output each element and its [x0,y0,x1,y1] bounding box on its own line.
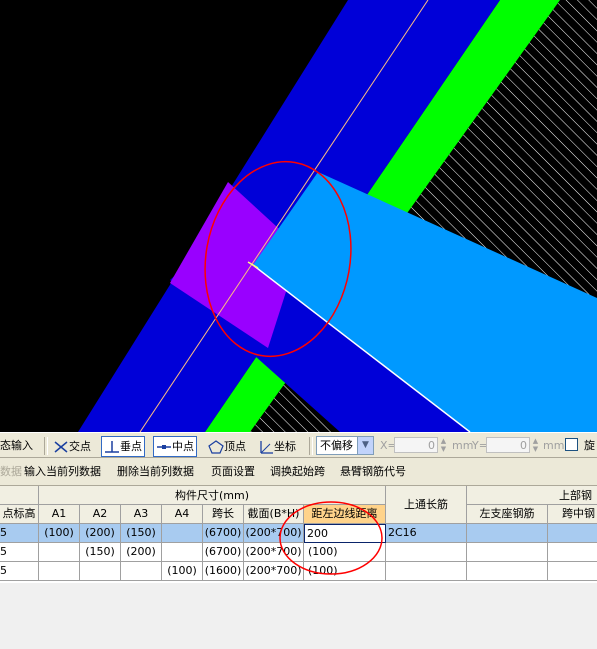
header-upper-rebar-group: 上部钢 [467,486,597,505]
dynamic-input-button[interactable]: 态输入 [0,436,33,455]
table-cell[interactable] [386,543,467,562]
perpendicular-icon [105,441,119,453]
snap-perpendicular-label: 垂点 [120,440,142,453]
table-cell[interactable] [121,562,162,581]
table-toolbar: 数据 输入当前列数据 删除当前列数据 页面设置 调换起始跨 悬臂钢筋代号 [0,458,597,486]
y-input[interactable]: 0 [486,437,530,453]
header-top-rebar[interactable]: 上通长筋 [386,486,467,524]
snap-vertex-button[interactable]: 顶点 [205,436,249,457]
header-mid-span-rebar[interactable]: 跨中钢 [548,505,597,524]
table-cell[interactable] [467,562,548,581]
snap-toolbar: 态输入 交点 垂点 中点 顶点 坐标 不偏移 ▼ X= 0 ▲ ▼ mm Y= 0… [0,432,597,458]
table-cell[interactable] [386,562,467,581]
snap-midpoint-button[interactable]: 中点 [153,436,197,457]
rotate-label: 旋 [584,439,595,452]
header-blank [0,486,39,505]
header-left-support-rebar[interactable]: 左支座钢筋 [467,505,548,524]
empty-panel [0,583,597,649]
cad-drawing [0,0,597,432]
snap-intersection-button[interactable]: 交点 [50,436,94,457]
table-cell[interactable]: (1600) [203,562,244,581]
header-a3[interactable]: A3 [121,505,162,524]
chevron-down-icon[interactable]: ▼ [357,437,373,454]
delete-column-button[interactable]: 删除当前列数据 [117,464,194,480]
header-dimensions-group: 构件尺寸(mm) [39,486,386,505]
table-cell[interactable]: (200*700) [244,543,304,562]
swap-start-span-button[interactable]: 调换起始跨 [270,464,325,480]
x-input[interactable]: 0 [394,437,438,453]
left-edge-distance-input[interactable]: 200 [304,524,386,543]
header-section[interactable]: 截面(B*H) [244,505,304,524]
table-cell[interactable]: (150) [121,524,162,543]
rotate-checkbox[interactable] [565,438,578,451]
toolbar-separator [309,437,313,455]
cad-drawing-canvas[interactable] [0,0,597,432]
y-unit: mm [543,439,565,452]
table-cell[interactable]: (200) [80,524,121,543]
table-cell[interactable]: (200*700) [244,524,304,543]
partial-data-button[interactable]: 数据 [0,464,22,480]
table-cell[interactable]: (6700) [203,524,244,543]
table-cell[interactable]: (100) [304,543,386,562]
table-cell[interactable]: (150) [80,543,121,562]
header-a4[interactable]: A4 [162,505,203,524]
table-cell[interactable] [39,562,80,581]
snap-coordinate-button[interactable]: 坐标 [255,436,299,457]
table-cell[interactable] [162,543,203,562]
snap-midpoint-label: 中点 [172,440,194,453]
snap-intersection-label: 交点 [69,440,91,453]
header-a1[interactable]: A1 [39,505,80,524]
input-column-button[interactable]: 输入当前列数据 [24,464,101,480]
header-span-length[interactable]: 跨长 [203,505,244,524]
table-cell[interactable] [467,543,548,562]
y-spinner[interactable]: ▲ ▼ [531,437,540,453]
header-a2[interactable]: A2 [80,505,121,524]
table-cell[interactable] [548,562,597,581]
x-unit: mm [452,439,474,452]
offset-select-value: 不偏移 [320,439,353,452]
page-setup-button[interactable]: 页面设置 [211,464,255,480]
cantilever-code-button[interactable]: 悬臂钢筋代号 [340,464,406,480]
table-cell[interactable]: (200*700) [244,562,304,581]
header-left-edge-distance[interactable]: 距左边线距离 [304,505,386,524]
table-cell[interactable] [548,543,597,562]
table-cell[interactable]: 5 [0,543,39,562]
table-cell[interactable]: (100) [162,562,203,581]
toolbar-separator [44,437,48,455]
table-cell[interactable]: (200) [121,543,162,562]
vertex-icon [208,440,224,454]
snap-coordinate-label: 坐标 [274,440,296,453]
table-cell[interactable] [80,562,121,581]
header-elevation[interactable]: 点标高 [0,505,39,524]
intersection-icon [54,441,68,453]
coordinate-icon [260,441,273,454]
table-cell[interactable] [39,543,80,562]
table-cell[interactable] [467,524,548,543]
snap-vertex-label: 顶点 [224,440,246,453]
x-spinner[interactable]: ▲ ▼ [439,437,448,453]
midpoint-icon [157,445,171,449]
table-cell[interactable]: 5 [0,524,39,543]
table-cell[interactable] [548,524,597,543]
offset-select[interactable]: 不偏移 ▼ [316,436,374,455]
beam-span-table: 构件尺寸(mm) 上通长筋 上部钢 点标高 A1 A2 A3 A4 跨长 截面(… [0,486,597,583]
table-cell[interactable]: (100) [39,524,80,543]
table-cell[interactable]: 2C16 [386,524,467,543]
table-cell[interactable]: 5 [0,562,39,581]
table-cell[interactable]: (100) [304,562,386,581]
snap-perpendicular-button[interactable]: 垂点 [101,436,145,457]
table-cell[interactable] [162,524,203,543]
table-cell[interactable]: (6700) [203,543,244,562]
